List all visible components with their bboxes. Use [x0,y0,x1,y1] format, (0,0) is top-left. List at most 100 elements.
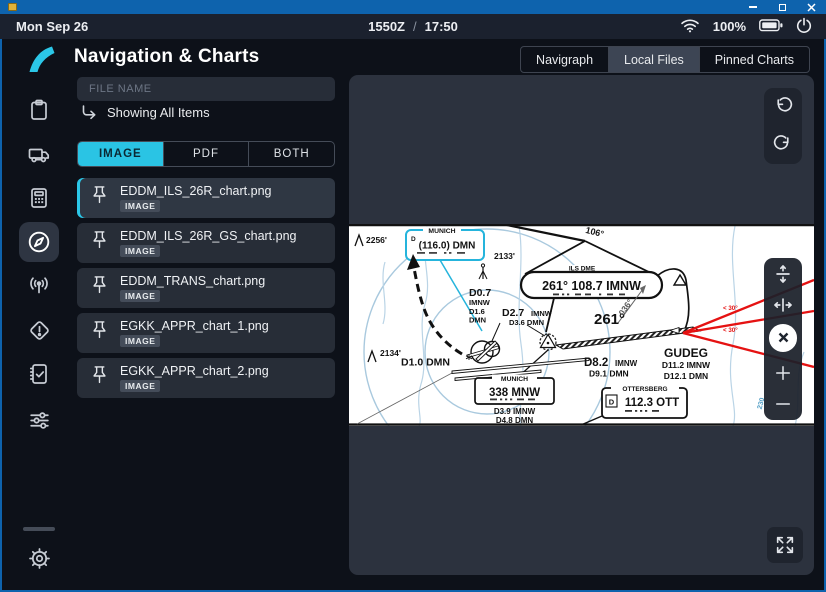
chart-label-d36: D3.6 DMN [509,318,544,327]
file-type-badge: IMAGE [120,200,160,212]
showing-all-items-label: Showing All Items [107,105,210,120]
file-type-filter: IMAGE PDF BOTH [77,141,335,167]
filter-pdf[interactable]: PDF [164,142,250,166]
radio-icon [26,274,52,298]
tab-pinned-charts[interactable]: Pinned Charts [700,47,809,72]
status-bar: Mon Sep 26 1550Z / 17:50 100% [0,14,826,39]
fit-width-button[interactable] [764,289,802,320]
tab-navigraph[interactable]: Navigraph [521,47,609,72]
chart-label-gudeg-d1: D11.2 IMNW [662,360,711,370]
file-type-badge: IMAGE [120,290,160,302]
sidebar-item-checklist[interactable] [19,354,59,394]
pin-icon [90,319,109,347]
window-close-button[interactable] [806,2,816,12]
file-row-eddm-trans[interactable]: EDDM_TRANS_chart.png IMAGE [77,268,335,308]
chart-viewer-panel: 2256' MUNICH D (116.0) DMN 106° 2133' IL… [349,75,814,575]
gear-icon [27,546,52,571]
sidebar-item-navigation[interactable] [19,222,59,262]
chart-label-036: 036° [616,297,635,318]
source-tabs: Navigraph Local Files Pinned Charts [520,46,810,73]
file-row-eddm-ils-26r[interactable]: EDDM_ILS_26R_chart.png IMAGE [77,178,335,218]
pin-icon [90,364,109,392]
ground-vehicle-icon [27,142,52,166]
app-icon [8,3,17,11]
pin-icon [90,184,109,212]
approach-chart-graphic: 2256' MUNICH D (116.0) DMN 106° 2133' IL… [349,224,814,426]
chart-label-route-brg: 106° [584,225,605,239]
chart-label-obstacle-elev: 2133' [494,251,515,261]
chart-label-d48: D4.8 DMN [496,416,534,425]
app-window: Mon Sep 26 1550Z / 17:50 100% [0,0,826,592]
chart-label-ndb-freq: 338 MNW [489,387,540,399]
rotate-cw-button[interactable] [764,126,802,164]
sidebar-item-radio[interactable] [19,266,59,306]
chart-label-d10: D1.0 DMN [401,357,450,369]
showing-all-items-row: Showing All Items [81,105,210,120]
sidebar-item-ground-vehicle[interactable] [19,134,59,174]
chart-label-ndb-name: MUNICH [501,376,528,383]
file-search-input[interactable] [77,77,335,101]
file-type-badge: IMAGE [120,380,160,392]
pin-icon [90,229,109,257]
chart-label-gudeg-d2: D12.1 DMN [664,371,708,381]
filter-both[interactable]: BOTH [249,142,334,166]
chart-label-d27-id: IMNW [531,309,553,318]
status-local-time: 17:50 [425,19,458,34]
chart-label-d82: D8.2 [584,357,608,369]
sidebar-item-hazards[interactable] [19,310,59,350]
file-row-eddm-ils-26r-gs[interactable]: EDDM_ILS_26R_GS_chart.png IMAGE [77,223,335,263]
file-type-badge: IMAGE [120,245,160,257]
file-row-egkk-appr-1[interactable]: EGKK_APPR_chart_1.png IMAGE [77,313,335,353]
rotate-ccw-button[interactable] [764,88,802,126]
file-row-egkk-appr-2[interactable]: EGKK_APPR_chart_2.png IMAGE [77,358,335,398]
window-minimize-button[interactable] [748,2,758,12]
rotate-controls [764,88,802,164]
tab-local-files[interactable]: Local Files [609,47,700,72]
pin-icon [90,274,109,302]
zoom-in-button[interactable] [764,358,802,389]
file-type-badge: IMAGE [120,335,160,347]
chart-label-note30a: < 30° [723,305,738,312]
sliders-icon [27,408,52,433]
page-title: Navigation & Charts [74,46,259,68]
chart-label-gudeg: GUDEG [664,346,708,360]
chart-label-ott-name: OTTERSBERG [622,386,667,393]
power-icon[interactable] [796,17,812,36]
sidebar-item-calculator[interactable] [19,178,59,218]
status-time-separator: / [413,19,417,34]
chart-label-vor-name: MUNICH [428,228,455,235]
compass-icon [26,229,52,255]
fullscreen-button[interactable] [767,527,803,563]
chart-label-ils-dme: ILS DME [569,266,596,273]
sidebar-item-clipboard[interactable] [19,90,59,130]
chart-label-ott-freq: 112.3 OTT [625,397,679,409]
chart-label-d07-id: IMNW [469,298,491,307]
expand-icon [774,534,796,556]
sidebar-item-settings[interactable] [19,538,59,578]
wifi-icon [680,18,700,36]
calculator-icon [27,186,51,210]
chart-label-d91: D9.1 DMN [589,369,629,379]
close-chart-button[interactable] [769,324,797,351]
window-titlebar [0,0,826,14]
app-logo-icon [26,45,56,75]
chart-canvas[interactable]: 2256' MUNICH D (116.0) DMN 106° 2133' IL… [349,224,814,426]
chart-label-d16-id: DMN [469,316,486,325]
clipboard-icon [27,98,51,122]
sidebar-item-filters[interactable] [19,400,59,440]
file-name: EGKK_APPR_chart_2.png [120,364,269,378]
chart-label-peak-sw: 2134' [380,348,401,358]
hazard-icon [27,318,52,343]
status-utc-time: 1550Z [368,19,405,34]
chart-label-d39: D3.9 IMNW [494,407,536,416]
elbow-arrow-icon [81,105,98,120]
chart-label-vor-d: D [411,236,416,243]
chart-label-ils-box: 261° 108.7 IMNW [542,279,641,293]
chart-label-note30b: < 30° [723,327,738,334]
chart-label-peak-ne: 2256' [366,235,387,245]
window-maximize-button[interactable] [777,2,787,12]
zoom-out-button[interactable] [764,389,802,420]
file-name: EDDM_ILS_26R_chart.png [120,184,271,198]
fit-height-button[interactable] [764,258,802,289]
filter-image[interactable]: IMAGE [78,142,164,166]
